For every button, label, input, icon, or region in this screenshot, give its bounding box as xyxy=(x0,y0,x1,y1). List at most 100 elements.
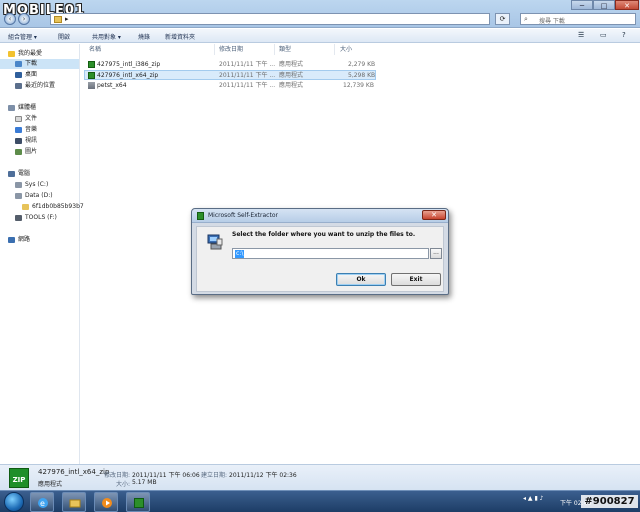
search-placeholder: 搜尋 下載 xyxy=(539,18,565,25)
nav-favorites[interactable]: 我的最愛 xyxy=(8,49,42,59)
dialog-body: Select the folder where you want to unzi… xyxy=(196,226,444,292)
star-icon xyxy=(8,50,15,57)
navigation-pane: 我的最愛 下載 桌面 最近的位置 媒體櫃 文件 音樂 視訊 圖片 電腦 Sys … xyxy=(0,44,84,464)
details-type: 應用程式 xyxy=(38,481,63,488)
path-value: c:\ xyxy=(235,250,245,258)
details-modified-value: 2011/11/11 下午 06:06 xyxy=(132,472,200,479)
taskbar-media-player[interactable] xyxy=(94,492,118,512)
explorer-icon xyxy=(69,499,81,508)
taskbar-ie[interactable]: e xyxy=(30,492,54,512)
nav-item-pictures[interactable]: 圖片 xyxy=(15,147,37,157)
library-icon xyxy=(8,104,15,111)
folder-icon xyxy=(22,203,29,210)
dialog-title: Microsoft Self-Extractor xyxy=(208,212,278,219)
organize-menu[interactable]: 組合管理 ▾ xyxy=(8,32,37,41)
refresh-button[interactable]: ⟳ xyxy=(495,13,510,25)
drive-icon xyxy=(15,192,22,199)
minimize-button[interactable]: ─ xyxy=(571,0,593,10)
nav-drive-d[interactable]: Data (D:) xyxy=(15,191,53,201)
usb-drive-icon xyxy=(15,214,22,221)
svg-text:e: e xyxy=(40,499,45,508)
nav-item-videos[interactable]: 視訊 xyxy=(15,136,37,146)
file-row[interactable]: 427975_intl_i386_zip 2011/11/11 下午 ... 應… xyxy=(84,60,376,70)
installer-icon xyxy=(88,82,95,89)
nav-libraries[interactable]: 媒體櫃 xyxy=(8,103,36,113)
zip-extractor-icon xyxy=(134,498,144,508)
search-input[interactable]: ⌕ 搜尋 下載 xyxy=(520,13,636,25)
exit-button[interactable]: Exit xyxy=(391,273,441,286)
column-header-date[interactable]: 修改日期 xyxy=(219,44,243,55)
nav-item-desktop[interactable]: 桌面 xyxy=(15,70,37,80)
details-created-value: 2011/11/12 下午 02:36 xyxy=(229,472,297,479)
tray-icons[interactable]: ◂ ▲ ▮ ♪ xyxy=(523,495,543,502)
media-player-icon xyxy=(102,498,112,508)
nav-item-music[interactable]: 音樂 xyxy=(15,125,37,135)
ie-icon: e xyxy=(38,498,48,508)
open-button[interactable]: 開啟 xyxy=(58,32,70,41)
nav-item-documents[interactable]: 文件 xyxy=(15,114,37,124)
taskbar-extractor[interactable] xyxy=(126,492,150,512)
self-extractor-dialog: Microsoft Self-Extractor ✕ Select the fo… xyxy=(191,208,449,295)
details-pane: ZIP 427976_intl_x64_zip 應用程式 修改日期: 2011/… xyxy=(0,464,640,490)
destination-path-input[interactable]: c:\ xyxy=(232,248,429,259)
command-bar: 組合管理 ▾ 開啟 共用對象 ▾ 燒錄 新增資料夾 ☰ ▭ ? xyxy=(0,29,640,43)
back-button[interactable]: ‹ xyxy=(4,13,16,25)
search-icon: ⌕ xyxy=(524,15,528,23)
column-divider[interactable] xyxy=(274,44,275,55)
view-icon[interactable]: ☰ xyxy=(578,31,584,39)
column-header-name[interactable]: 名稱 xyxy=(89,44,101,55)
share-menu[interactable]: 共用對象 ▾ xyxy=(92,32,121,41)
dialog-message: Select the folder where you want to unzi… xyxy=(232,231,416,238)
details-created-label: 建立日期: xyxy=(201,472,228,479)
pictures-icon xyxy=(15,148,22,155)
start-button[interactable] xyxy=(4,492,24,512)
watermark-stamp: #900827 xyxy=(581,495,638,508)
address-bar[interactable]: ▸ xyxy=(50,13,490,25)
drive-icon xyxy=(15,181,22,188)
burn-button[interactable]: 燒錄 xyxy=(138,32,150,41)
nav-computer[interactable]: 電腦 xyxy=(8,169,30,179)
dialog-close-button[interactable]: ✕ xyxy=(422,210,446,220)
file-row[interactable]: petst_x64 2011/11/11 下午 ... 應用程式 12,739 … xyxy=(84,81,376,91)
help-icon[interactable]: ? xyxy=(622,31,626,39)
zip-icon xyxy=(88,72,95,79)
network-icon xyxy=(8,236,15,243)
dialog-titlebar[interactable]: Microsoft Self-Extractor ✕ xyxy=(192,209,448,223)
nav-folder-6f1db[interactable]: 6f1db0b85b93b7 xyxy=(22,202,84,212)
desktop-icon xyxy=(15,71,22,78)
column-header-size[interactable]: 大小 xyxy=(340,44,352,55)
nav-drive-f[interactable]: TOOLS (F:) xyxy=(15,213,57,223)
details-modified-label: 修改日期: xyxy=(104,472,131,479)
install-computer-icon xyxy=(207,234,223,250)
ok-button[interactable]: Ok xyxy=(336,273,386,286)
close-button[interactable]: ✕ xyxy=(615,0,639,10)
music-icon xyxy=(15,126,22,133)
window-titlebar: MOBILE01 ‹ › ▸ ⟳ ⌕ 搜尋 下載 ─ □ ✕ xyxy=(0,0,640,28)
file-row-selected[interactable]: 427976_intl_x64_zip 2011/11/11 下午 ... 應用… xyxy=(84,70,376,80)
maximize-button[interactable]: □ xyxy=(593,0,615,10)
zip-icon xyxy=(88,61,95,68)
folder-icon xyxy=(54,16,62,23)
downloads-icon xyxy=(15,60,22,67)
forward-button[interactable]: › xyxy=(18,13,30,25)
nav-drive-c[interactable]: Sys (C:) xyxy=(15,180,48,190)
details-filename: 427976_intl_x64_zip xyxy=(38,468,110,476)
computer-icon xyxy=(8,170,15,177)
preview-pane-icon[interactable]: ▭ xyxy=(600,31,607,39)
app-icon xyxy=(197,212,204,220)
videos-icon xyxy=(15,137,22,144)
taskbar-explorer[interactable] xyxy=(62,492,86,512)
nav-item-downloads[interactable]: 下載 xyxy=(0,59,79,69)
details-size-value: 5.17 MB xyxy=(132,479,157,486)
column-header-type[interactable]: 類型 xyxy=(279,44,291,55)
documents-icon xyxy=(15,115,22,122)
chevron-right-icon: ▸ xyxy=(65,15,69,23)
column-divider[interactable] xyxy=(334,44,335,55)
details-size-label: 大小: xyxy=(116,481,131,488)
recent-places-icon xyxy=(15,82,22,89)
browse-button[interactable]: ... xyxy=(430,248,442,259)
nav-network[interactable]: 網路 xyxy=(8,235,30,245)
new-folder-button[interactable]: 新增資料夾 xyxy=(165,32,195,41)
column-divider[interactable] xyxy=(214,44,215,55)
nav-item-recent[interactable]: 最近的位置 xyxy=(15,81,55,91)
